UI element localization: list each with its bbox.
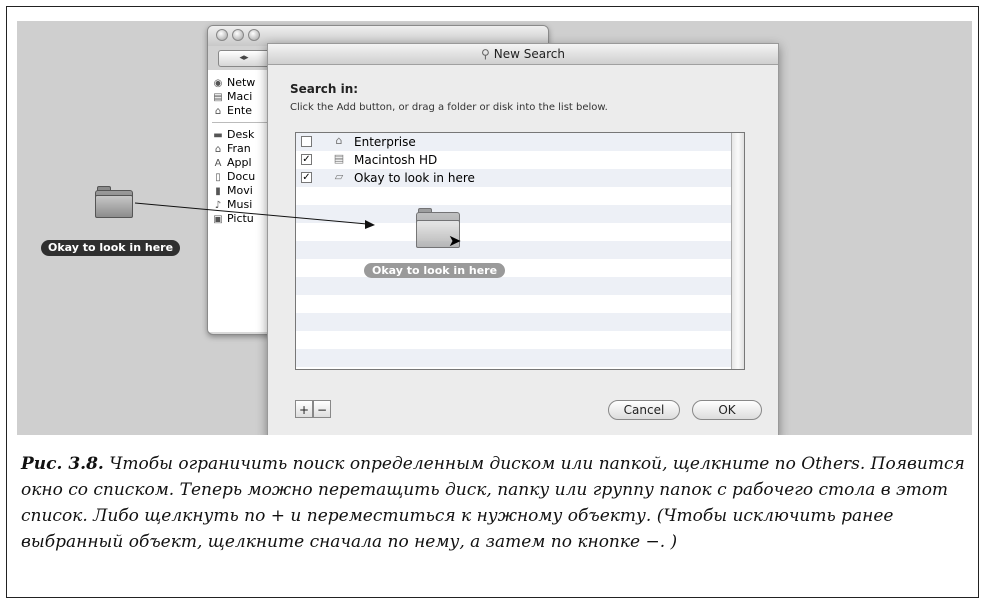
figure-caption: Рис. 3.8. Чтобы ограничить поиск определ… <box>21 454 965 552</box>
drag-arrow <box>134 202 375 229</box>
figure-frame: ◂▸ ◉ Netw ▤ Maci ⌂ Ente ▬ Desk ⌂ Fran A Appl ▯… <box>6 6 979 598</box>
screenshot-area: ◂▸ ◉ Netw ▤ Maci ⌂ Ente ▬ Desk ⌂ Fran A Appl ▯… <box>17 21 972 435</box>
